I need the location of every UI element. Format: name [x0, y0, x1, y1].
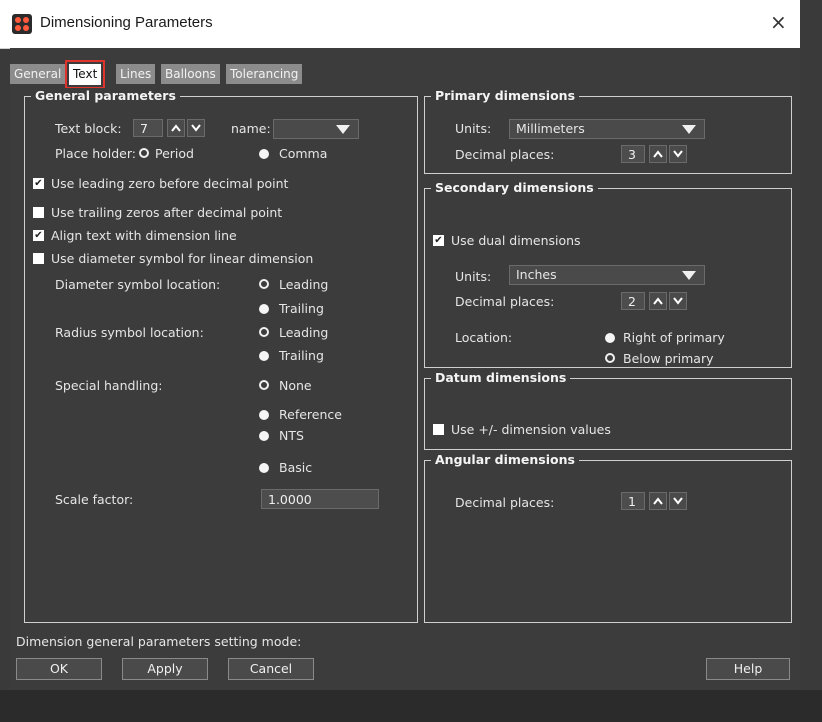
secondary-units-dropdown[interactable]: Inches	[509, 265, 705, 285]
leading-zero-label: Use leading zero before decimal point	[51, 176, 289, 191]
scale-factor-input[interactable]: 1.0000	[261, 489, 379, 509]
special-none-label: None	[279, 378, 312, 393]
name-label: name:	[231, 121, 271, 136]
place-holder-label: Place holder:	[55, 146, 137, 161]
trailing-zeros-checkbox[interactable]	[33, 207, 44, 218]
dual-dimensions-checkbox[interactable]: ✔	[433, 235, 444, 246]
period-radio[interactable]	[139, 148, 149, 158]
radius-trailing-label: Trailing	[279, 348, 324, 363]
plusminus-label: Use +/- dimension values	[451, 422, 611, 437]
angular-decimal-up-button[interactable]	[649, 492, 667, 510]
angular-decimal-label: Decimal places:	[455, 495, 555, 510]
help-button[interactable]: Help	[706, 658, 790, 680]
plusminus-checkbox[interactable]	[433, 424, 444, 435]
angular-decimal-down-button[interactable]	[669, 492, 687, 510]
close-icon[interactable]: ×	[770, 10, 787, 34]
secondary-decimal-up-button[interactable]	[649, 292, 667, 310]
title-bar: Dimensioning Parameters ×	[0, 0, 800, 49]
datum-dimensions-title: Datum dimensions	[431, 370, 571, 385]
align-text-label: Align text with dimension line	[51, 228, 237, 243]
primary-decimal-label: Decimal places:	[455, 147, 555, 162]
tab-tolerancing[interactable]: Tolerancing	[226, 64, 303, 84]
primary-dimensions-title: Primary dimensions	[431, 88, 580, 103]
primary-decimal-field[interactable]: 3	[621, 145, 645, 163]
primary-dimensions-group: Primary dimensions Units: Millimeters De…	[424, 88, 792, 174]
special-reference-radio[interactable]	[259, 410, 269, 420]
chevron-down-icon	[336, 125, 350, 134]
secondary-decimal-field[interactable]: 2	[621, 292, 645, 310]
radius-leading-radio[interactable]	[259, 327, 269, 337]
radius-trailing-radio[interactable]	[259, 351, 269, 361]
tab-lines[interactable]: Lines	[116, 64, 156, 84]
general-parameters-group: General parameters Text block: 7 name: P…	[24, 88, 418, 623]
primary-decimal-up-button[interactable]	[649, 145, 667, 163]
right-of-primary-label: Right of primary	[623, 330, 725, 345]
text-block-field[interactable]: 7	[133, 119, 163, 137]
special-none-radio[interactable]	[259, 380, 269, 390]
primary-decimal-down-button[interactable]	[669, 145, 687, 163]
diameter-trailing-radio[interactable]	[259, 304, 269, 314]
primary-units-value: Millimeters	[516, 121, 585, 136]
ok-button[interactable]: OK	[16, 658, 102, 680]
primary-units-dropdown[interactable]: Millimeters	[509, 119, 705, 139]
right-of-primary-radio[interactable]	[605, 333, 615, 343]
diameter-leading-radio[interactable]	[259, 279, 269, 289]
period-label: Period	[155, 146, 194, 161]
diameter-symbol-checkbox[interactable]	[33, 253, 44, 264]
app-icon	[12, 14, 32, 34]
tab-text[interactable]: Text	[64, 60, 106, 89]
radius-location-label: Radius symbol location:	[55, 325, 204, 340]
window-title: Dimensioning Parameters	[40, 14, 213, 31]
chevron-down-icon	[682, 271, 696, 280]
text-block-label: Text block:	[55, 121, 122, 136]
chevron-down-icon	[682, 125, 696, 134]
align-text-checkbox[interactable]: ✔	[33, 230, 44, 241]
leading-zero-checkbox[interactable]: ✔	[33, 178, 44, 189]
below-primary-radio[interactable]	[605, 353, 615, 363]
name-dropdown[interactable]	[273, 119, 359, 139]
diameter-trailing-label: Trailing	[279, 301, 324, 316]
trailing-zeros-label: Use trailing zeros after decimal point	[51, 205, 283, 220]
text-block-up-button[interactable]	[167, 119, 185, 137]
secondary-decimal-down-button[interactable]	[669, 292, 687, 310]
angular-dimensions-title: Angular dimensions	[431, 452, 579, 467]
location-label: Location:	[455, 330, 513, 345]
special-nts-label: NTS	[279, 428, 304, 443]
angular-decimal-field[interactable]: 1	[621, 492, 645, 510]
special-basic-radio[interactable]	[259, 463, 269, 473]
secondary-dimensions-title: Secondary dimensions	[431, 180, 598, 195]
tab-general[interactable]: General	[10, 64, 66, 84]
diameter-location-label: Diameter symbol location:	[55, 277, 221, 292]
diameter-leading-label: Leading	[279, 277, 329, 292]
radius-leading-label: Leading	[279, 325, 329, 340]
secondary-units-label: Units:	[455, 269, 492, 284]
bottom-bar	[0, 690, 822, 722]
secondary-units-value: Inches	[516, 267, 557, 282]
tab-balloons[interactable]: Balloons	[161, 64, 220, 84]
datum-dimensions-group: Datum dimensions Use +/- dimension value…	[424, 370, 792, 450]
apply-button[interactable]: Apply	[122, 658, 208, 680]
dialog-body: General Text Lines Balloons Tolerancing …	[10, 48, 800, 722]
primary-units-label: Units:	[455, 121, 492, 136]
scale-factor-label: Scale factor:	[55, 492, 134, 507]
secondary-decimal-label: Decimal places:	[455, 294, 555, 309]
angular-dimensions-group: Angular dimensions Decimal places: 1	[424, 452, 792, 623]
comma-radio[interactable]	[259, 149, 269, 159]
special-nts-radio[interactable]	[259, 431, 269, 441]
comma-label: Comma	[279, 146, 328, 161]
special-basic-label: Basic	[279, 460, 313, 475]
secondary-dimensions-group: Secondary dimensions ✔ Use dual dimensio…	[424, 180, 792, 368]
special-reference-label: Reference	[279, 407, 342, 422]
status-text: Dimension general parameters setting mod…	[16, 634, 302, 649]
special-handling-label: Special handling:	[55, 378, 163, 393]
text-block-down-button[interactable]	[187, 119, 205, 137]
below-primary-label: Below primary	[623, 351, 714, 366]
dual-dimensions-label: Use dual dimensions	[451, 233, 581, 248]
general-parameters-title: General parameters	[31, 88, 180, 103]
diameter-symbol-label: Use diameter symbol for linear dimension	[51, 251, 314, 266]
cancel-button[interactable]: Cancel	[228, 658, 314, 680]
